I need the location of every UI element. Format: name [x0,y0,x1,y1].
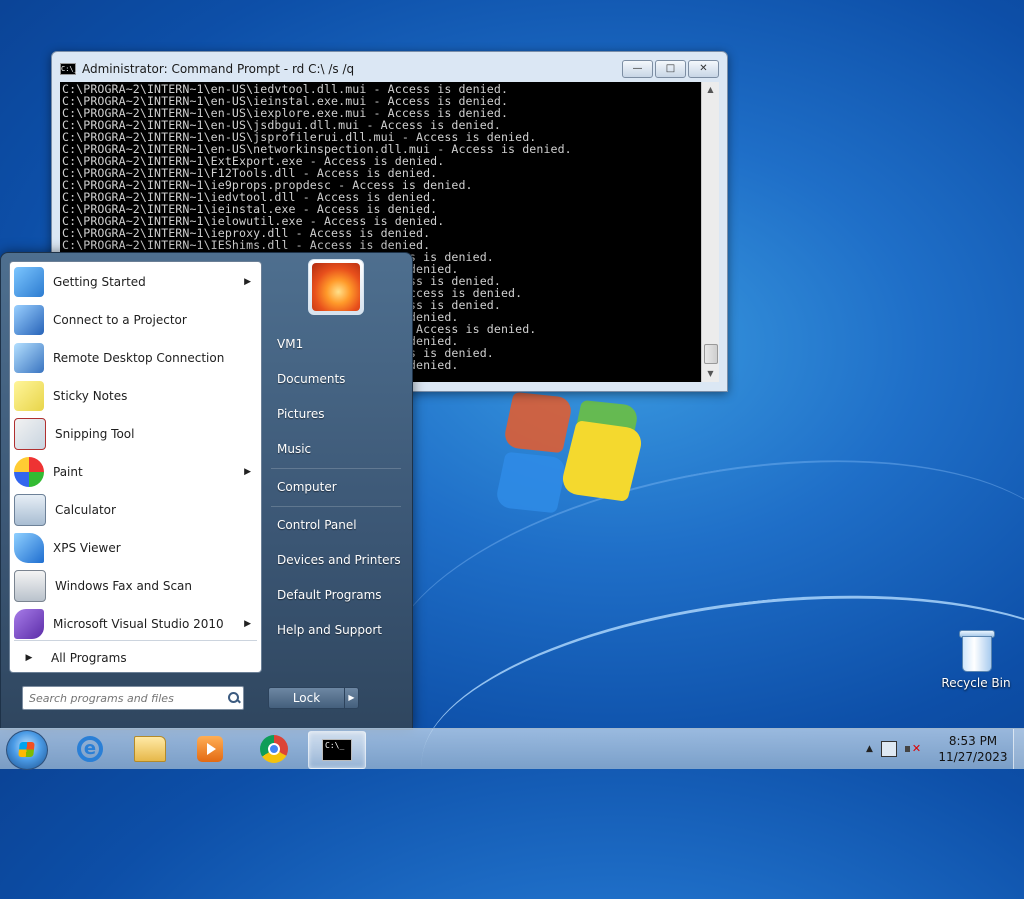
taskbar-internet-explorer[interactable]: e [62,731,118,767]
media-player-icon [197,736,223,762]
start-program-label: XPS Viewer [53,541,121,555]
cmd-icon: C:\_ [60,63,78,75]
start-program-label: Windows Fax and Scan [55,579,193,593]
start-button[interactable] [6,730,48,770]
start-right-default-programs[interactable]: Default Programs [277,588,382,602]
scroll-up-icon[interactable]: ▲ [702,82,719,98]
start-program-label: Connect to a Projector [53,313,187,327]
start-program-calculator[interactable]: Calculator [14,492,257,528]
start-program-label: Getting Started [53,275,146,289]
start-program-snipping-tool[interactable]: Snipping Tool [14,416,257,452]
start-program-xps-viewer[interactable]: XPS Viewer [14,530,257,566]
start-right-help-support[interactable]: Help and Support [277,623,382,637]
start-program-getting-started[interactable]: Getting Started ▶ [14,264,257,300]
search-input[interactable] [23,690,225,706]
start-right-documents[interactable]: Documents [277,372,345,386]
folder-icon [134,736,166,762]
window-title-bar[interactable]: C:\_ Administrator: Command Prompt - rd … [60,60,627,78]
start-program-label: Sticky Notes [53,389,128,403]
divider [14,640,257,641]
scroll-thumb[interactable] [704,344,718,364]
submenu-arrow-icon[interactable]: ▶ [244,619,251,629]
windows-logo-wallpaper [494,391,645,520]
minimize-button[interactable]: — [622,60,653,78]
recycle-bin-icon [959,630,995,672]
getting-started-icon [14,267,44,297]
close-button[interactable]: ✕ [688,60,719,78]
start-right-devices-printers[interactable]: Devices and Printers [277,553,401,567]
taskbar-command-prompt[interactable]: C:\_ [308,731,366,769]
vertical-scrollbar[interactable]: ▲ ▼ [701,82,719,382]
remote-desktop-icon [14,343,44,373]
system-tray: ▲ [866,729,921,769]
lock-button[interactable]: Lock [268,687,345,709]
internet-explorer-icon: e [77,736,103,762]
clock-time: 8:53 PM [948,734,998,748]
start-program-paint[interactable]: Paint ▶ [14,454,257,490]
xps-viewer-icon [14,533,44,563]
submenu-arrow-icon[interactable]: ▶ [244,467,251,477]
volume-muted-icon[interactable] [904,742,921,756]
start-program-fax-scan[interactable]: Windows Fax and Scan [14,568,257,604]
start-program-label: Remote Desktop Connection [53,351,225,365]
sticky-notes-icon [14,381,44,411]
calculator-icon [14,494,46,526]
start-menu: Getting Started ▶ Connect to a Projector Re… [0,252,413,730]
cmd-icon: C:\_ [322,739,352,761]
paint-icon [14,457,44,487]
start-program-sticky-notes[interactable]: Sticky Notes [14,378,257,414]
system-clock[interactable]: 8:53 PM 11/27/2023 [934,733,1012,765]
start-program-label: Snipping Tool [55,427,135,441]
window-title: Administrator: Command Prompt - rd C:\ /… [82,62,355,76]
all-programs-button[interactable]: ▶ All Programs [14,646,257,670]
start-program-projector[interactable]: Connect to a Projector [14,302,257,338]
start-search-box[interactable] [22,686,244,710]
show-desktop-button[interactable] [1013,729,1024,769]
chrome-icon [260,735,288,763]
projector-icon [14,305,44,335]
divider [271,468,401,469]
taskbar-file-explorer[interactable] [122,731,178,767]
clock-date: 11/27/2023 [938,750,1008,764]
user-avatar[interactable] [308,259,364,315]
start-right-user[interactable]: VM1 [277,337,303,351]
start-right-pictures[interactable]: Pictures [277,407,325,421]
snipping-tool-icon [14,418,46,450]
shutdown-options-arrow-icon[interactable]: ▶ [344,687,359,709]
scroll-down-icon[interactable]: ▼ [702,366,719,382]
recycle-bin-label: Recycle Bin [941,676,1011,690]
start-program-remote-desktop[interactable]: Remote Desktop Connection [14,340,257,376]
divider [271,506,401,507]
submenu-arrow-icon[interactable]: ▶ [244,277,251,287]
start-right-control-panel[interactable]: Control Panel [277,518,357,532]
show-hidden-icons-icon[interactable]: ▲ [866,744,873,754]
recycle-bin[interactable]: Recycle Bin [940,630,1012,690]
start-program-label: Microsoft Visual Studio 2010 [53,617,224,631]
start-program-label: Paint [53,465,83,479]
triangle-right-icon: ▶ [25,653,33,663]
network-icon[interactable] [880,741,897,757]
fax-scan-icon [14,570,46,602]
start-right-music[interactable]: Music [277,442,311,456]
start-program-label: Calculator [55,503,116,517]
maximize-button[interactable]: □ [655,60,686,78]
taskbar: e C:\_ ▲ 8:53 PM 11/27/2023 [0,728,1024,770]
start-programs-pane: Getting Started ▶ Connect to a Projector Re… [9,261,262,673]
search-icon[interactable] [225,690,243,706]
visual-studio-icon [14,609,44,639]
all-programs-label: All Programs [51,651,127,665]
taskbar-chrome[interactable] [246,731,302,767]
start-right-computer[interactable]: Computer [277,480,337,494]
taskbar-media-player[interactable] [182,731,238,767]
start-program-visual-studio[interactable]: Microsoft Visual Studio 2010 ▶ [14,606,257,642]
